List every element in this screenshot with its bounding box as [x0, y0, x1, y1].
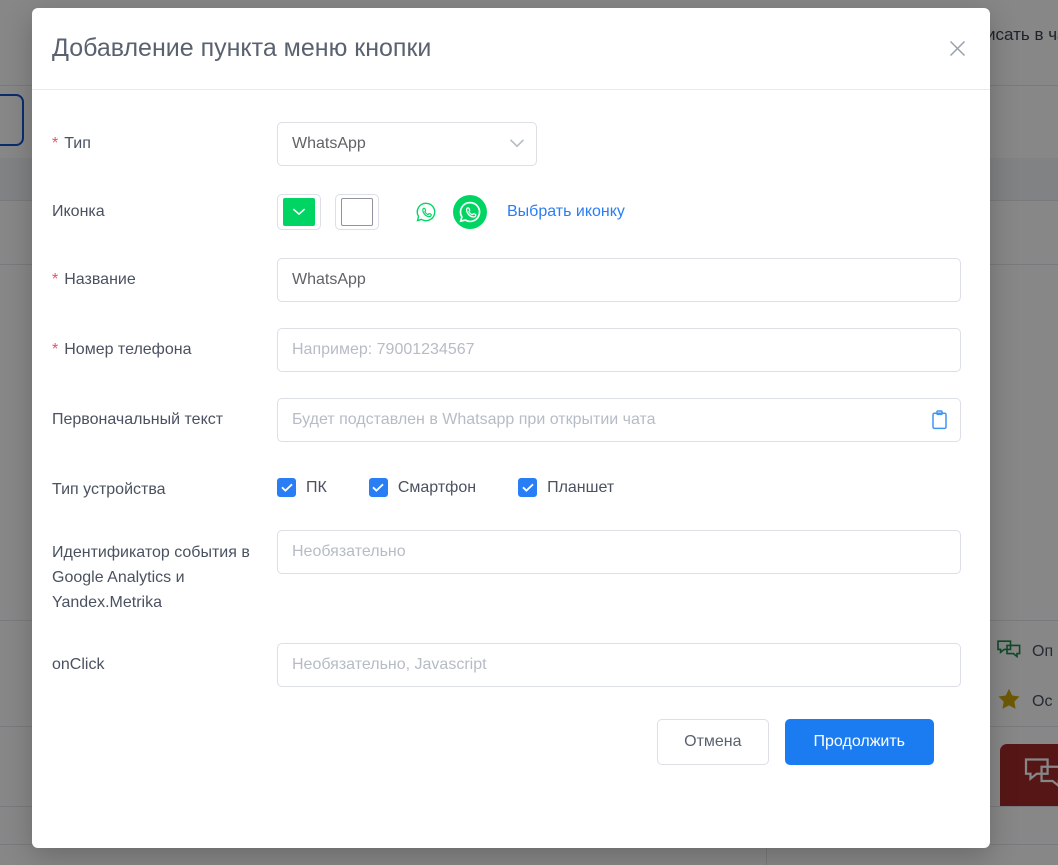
field-row-initial-text: Первоначальный текст Подставить значение [52, 398, 962, 442]
type-select[interactable] [277, 122, 537, 166]
field-row-icon: Иконка [52, 190, 962, 230]
whatsapp-filled-icon [453, 195, 487, 229]
field-label-type: * Тип [52, 122, 277, 156]
field-label-name-text: Название [64, 271, 136, 288]
checkbox-pc[interactable]: ПК [277, 478, 327, 497]
field-label-icon: Иконка [52, 190, 277, 224]
icon-primary-color-swatch [283, 198, 315, 226]
field-label-initial-text: Первоначальный текст [52, 398, 277, 432]
field-control-device-type: ПК Смартфон [277, 468, 962, 497]
field-label-name: * Название [52, 258, 277, 292]
close-icon[interactable] [942, 34, 972, 64]
required-marker: * [52, 271, 58, 288]
required-marker: * [52, 341, 58, 358]
required-marker: * [52, 135, 58, 152]
page-title: Добавление пункта меню кнопки [52, 34, 431, 63]
icon-secondary-color-swatch [341, 198, 373, 226]
field-control-name [277, 258, 962, 302]
checkbox-smartphone[interactable]: Смартфон [369, 478, 476, 497]
field-label-device-type: Тип устройства [52, 468, 277, 502]
dialog-header: Добавление пункта меню кнопки [32, 8, 990, 90]
checkbox-pc-label: ПК [306, 479, 327, 497]
add-menu-item-dialog: Добавление пункта меню кнопки * Тип [32, 8, 990, 848]
clipboard-icon[interactable] [931, 410, 948, 430]
field-row-analytics-id: Идентификатор события в Google Analytics… [52, 530, 962, 615]
field-control-analytics-id [277, 530, 962, 574]
analytics-id-input[interactable] [277, 530, 961, 574]
field-label-onclick: onClick [52, 643, 277, 677]
field-control-icon: Выбрать иконку [277, 190, 962, 230]
cancel-button[interactable]: Отмена [657, 719, 768, 765]
field-control-phone [277, 328, 962, 372]
field-label-phone: * Номер телефона [52, 328, 277, 362]
field-row-type: * Тип [52, 122, 962, 166]
field-row-name: * Название [52, 258, 962, 302]
checkbox-tablet[interactable]: Планшет [518, 478, 614, 497]
field-label-analytics-id: Идентификатор события в Google Analytics… [52, 530, 277, 615]
field-control-onclick [277, 643, 962, 687]
chevron-down-icon [292, 203, 306, 221]
field-row-onclick: onClick [52, 643, 962, 687]
phone-input[interactable] [277, 328, 961, 372]
checkbox-smartphone-label: Смартфон [398, 479, 476, 497]
field-row-phone: * Номер телефона [52, 328, 962, 372]
onclick-input[interactable] [277, 643, 961, 687]
checkbox-checked-icon [277, 478, 296, 497]
dialog-body: * Тип Иконка [32, 90, 990, 765]
name-input[interactable] [277, 258, 961, 302]
type-select-input[interactable] [277, 122, 537, 166]
whatsapp-outline-icon [415, 201, 437, 223]
field-row-device-type: Тип устройства ПК [52, 468, 962, 502]
field-label-phone-text: Номер телефона [64, 341, 191, 358]
checkbox-checked-icon [369, 478, 388, 497]
field-control-type [277, 122, 962, 166]
continue-button[interactable]: Продолжить [785, 719, 934, 765]
dialog-footer: Отмена Продолжить [52, 709, 962, 765]
checkbox-checked-icon [518, 478, 537, 497]
checkbox-tablet-label: Планшет [547, 479, 614, 497]
icon-primary-color-picker[interactable] [277, 194, 321, 230]
initial-text-input[interactable] [277, 398, 961, 442]
field-control-initial-text: Подставить значение [277, 398, 962, 442]
field-label-type-text: Тип [64, 135, 91, 152]
icon-secondary-color-picker[interactable] [335, 194, 379, 230]
pick-icon-link[interactable]: Выбрать иконку [507, 203, 625, 221]
